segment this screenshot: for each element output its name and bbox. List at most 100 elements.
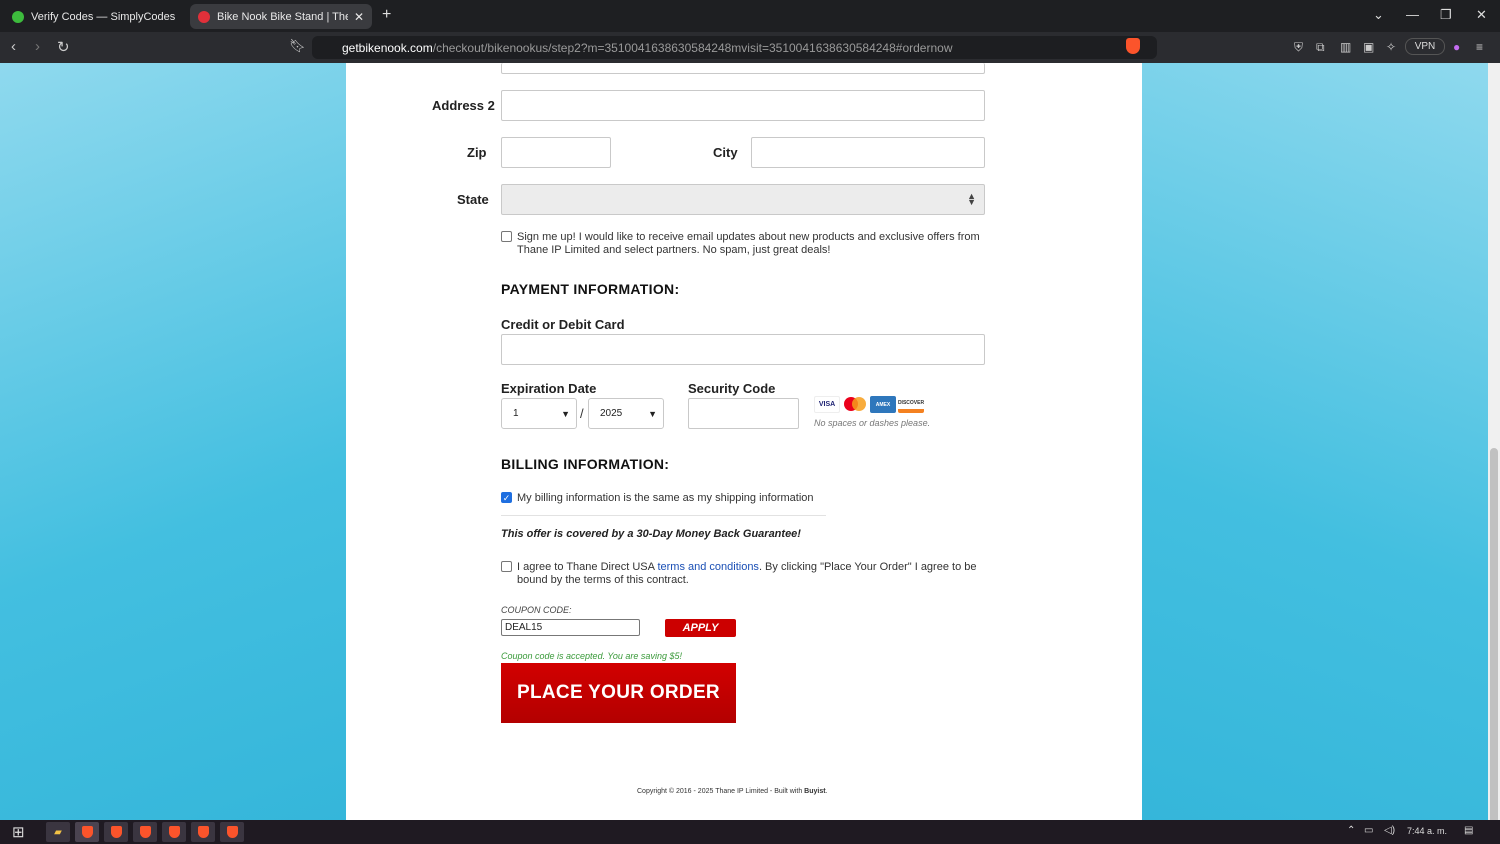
address1-field[interactable] xyxy=(501,63,985,74)
amex-icon: AMEX xyxy=(870,396,896,413)
network-icon[interactable]: ▭ xyxy=(1364,825,1373,836)
same-as-shipping-text: My billing information is the same as my… xyxy=(517,492,814,504)
tab-title: Bike Nook Bike Stand | The Brill xyxy=(217,10,348,23)
copyright-text: Copyright © 2016 - 2025 Thane IP Limited… xyxy=(637,788,805,795)
menu-icon[interactable]: ≡ xyxy=(1476,40,1483,54)
terms-prefix: I agree to Thane Direct USA xyxy=(517,561,658,573)
coupon-input[interactable]: DEAL15 xyxy=(501,619,640,636)
address2-field[interactable] xyxy=(501,90,985,121)
coupon-label: COUPON CODE: xyxy=(501,605,572,615)
apply-coupon-button[interactable]: APPLY xyxy=(665,619,736,637)
taskbar-app-explorer[interactable]: ▰ xyxy=(46,822,70,842)
footer-copyright: Copyright © 2016 - 2025 Thane IP Limited… xyxy=(637,785,828,798)
vpn-button[interactable]: VPN xyxy=(1405,38,1445,55)
clock[interactable]: 7:44 a. m. xyxy=(1407,826,1447,836)
address2-label: Address 2 xyxy=(432,98,495,113)
bookmark-icon[interactable]: 🔖︎ xyxy=(289,38,306,54)
copyright-end: . xyxy=(825,788,828,795)
taskbar-app-brave-3[interactable] xyxy=(133,822,157,842)
tab-bikenook[interactable]: Bike Nook Bike Stand | The Brill ✕ xyxy=(190,4,372,29)
close-window-icon[interactable]: ✕ xyxy=(1476,7,1487,23)
select-arrows-icon: ▲ ▼ xyxy=(967,191,976,207)
state-label: State xyxy=(457,192,489,207)
vpn-label: VPN xyxy=(1414,41,1436,52)
volume-icon[interactable]: ◁) xyxy=(1384,825,1395,836)
signup-text: Sign me up! I would like to receive emai… xyxy=(517,231,980,256)
buyist-link[interactable]: Buyist xyxy=(804,788,825,795)
visa-icon: VISA xyxy=(814,396,840,413)
payment-heading: PAYMENT INFORMATION: xyxy=(501,281,680,297)
start-icon[interactable]: ⊞ xyxy=(12,823,25,841)
exp-year-value: 2025 xyxy=(600,408,623,419)
exp-month-select[interactable]: 1 ▼ xyxy=(501,398,577,429)
new-tab-button[interactable]: + xyxy=(382,6,391,24)
minimize-icon[interactable]: — xyxy=(1406,7,1419,22)
zip-label: Zip xyxy=(467,145,487,160)
zip-field[interactable] xyxy=(501,137,611,168)
billing-heading: BILLING INFORMATION: xyxy=(501,456,670,472)
same-as-shipping-checkbox[interactable]: ✓ xyxy=(501,492,512,503)
tab-list-icon[interactable]: ⌄ xyxy=(1373,7,1384,23)
exp-separator: / xyxy=(580,406,584,421)
taskbar-app-brave-6[interactable] xyxy=(220,822,244,842)
divider xyxy=(501,515,826,516)
taskbar-app-brave[interactable] xyxy=(75,822,99,842)
bikenook-favicon-icon xyxy=(198,10,210,23)
taskbar-app-brave-2[interactable] xyxy=(104,822,128,842)
explorer-icon: ▰ xyxy=(54,826,62,838)
state-select[interactable]: ▲ ▼ xyxy=(501,184,985,215)
windows-taskbar: ⊞ ▰ ⌃ ▭ ◁) 7:44 a. m. ▤ xyxy=(0,820,1500,844)
extensions-icon[interactable]: ⧉ xyxy=(1316,40,1325,55)
expiration-label: Expiration Date xyxy=(501,381,597,396)
accepted-cards: VISA AMEX DISCOVER xyxy=(814,396,924,413)
exp-month-value: 1 xyxy=(513,408,519,419)
page-background-right xyxy=(1142,63,1488,820)
page-background-left xyxy=(0,63,346,820)
tab-simplycodes[interactable]: Verify Codes — SimplyCodes xyxy=(4,4,184,29)
wallet-icon[interactable]: ▣ xyxy=(1363,40,1374,54)
signup-checkbox[interactable] xyxy=(501,231,512,242)
city-label: City xyxy=(713,145,738,160)
shield-icon[interactable]: ⛨ xyxy=(1294,40,1303,55)
place-order-button[interactable]: PLACE YOUR ORDER xyxy=(501,663,736,723)
security-hint: No spaces or dashes please. xyxy=(814,418,931,428)
scrollbar-thumb[interactable] xyxy=(1490,448,1498,844)
security-code-field[interactable] xyxy=(688,398,799,429)
back-icon[interactable]: ‹ xyxy=(11,38,16,55)
taskbar-app-brave-4[interactable] xyxy=(162,822,186,842)
guarantee-text: This offer is covered by a 30-Day Money … xyxy=(501,528,801,540)
brave-icon xyxy=(197,826,209,838)
security-label: Security Code xyxy=(688,381,776,396)
tray-chevron-icon[interactable]: ⌃ xyxy=(1347,825,1355,836)
terms-link[interactable]: terms and conditions xyxy=(657,561,759,573)
forward-icon[interactable]: › xyxy=(35,38,40,55)
checkout-panel xyxy=(346,63,1142,820)
exp-year-select[interactable]: 2025 ▼ xyxy=(588,398,664,429)
taskbar-app-brave-5[interactable] xyxy=(191,822,215,842)
coupon-success-message: Coupon code is accepted. You are saving … xyxy=(501,651,682,661)
brave-icon xyxy=(81,826,93,838)
notifications-icon[interactable]: ▤ xyxy=(1464,825,1473,836)
close-tab-icon[interactable]: ✕ xyxy=(354,10,364,24)
profile-icon[interactable]: ● xyxy=(1453,40,1460,54)
tab-bar: Verify Codes — SimplyCodes Bike Nook Bik… xyxy=(0,0,1500,32)
simplycodes-favicon-icon xyxy=(12,10,24,23)
terms-checkbox[interactable] xyxy=(501,561,512,572)
url-path: /checkout/bikenookus/step2?m=35100416386… xyxy=(432,40,953,55)
restore-icon[interactable]: ❐ xyxy=(1440,7,1452,23)
reload-icon[interactable]: ↻ xyxy=(57,38,70,56)
scrollbar[interactable] xyxy=(1488,63,1500,844)
url-host: getbikenook.com xyxy=(342,40,433,55)
leo-ai-icon[interactable]: ✧ xyxy=(1386,40,1396,54)
card-number-field[interactable] xyxy=(501,334,985,365)
mastercard-icon xyxy=(842,396,868,413)
brave-icon xyxy=(168,826,180,838)
brave-icon xyxy=(110,826,122,838)
address-toolbar: ‹ › ↻ 🔖︎ getbikenook.com/checkout/bikeno… xyxy=(0,32,1500,63)
brave-shields-icon[interactable] xyxy=(1126,38,1140,54)
sidebar-icon[interactable]: ▥ xyxy=(1340,40,1351,54)
brave-icon xyxy=(226,826,238,838)
city-field[interactable] xyxy=(751,137,985,168)
tab-title: Verify Codes — SimplyCodes xyxy=(31,10,176,23)
url-bar[interactable]: getbikenook.com/checkout/bikenookus/step… xyxy=(312,36,1157,59)
